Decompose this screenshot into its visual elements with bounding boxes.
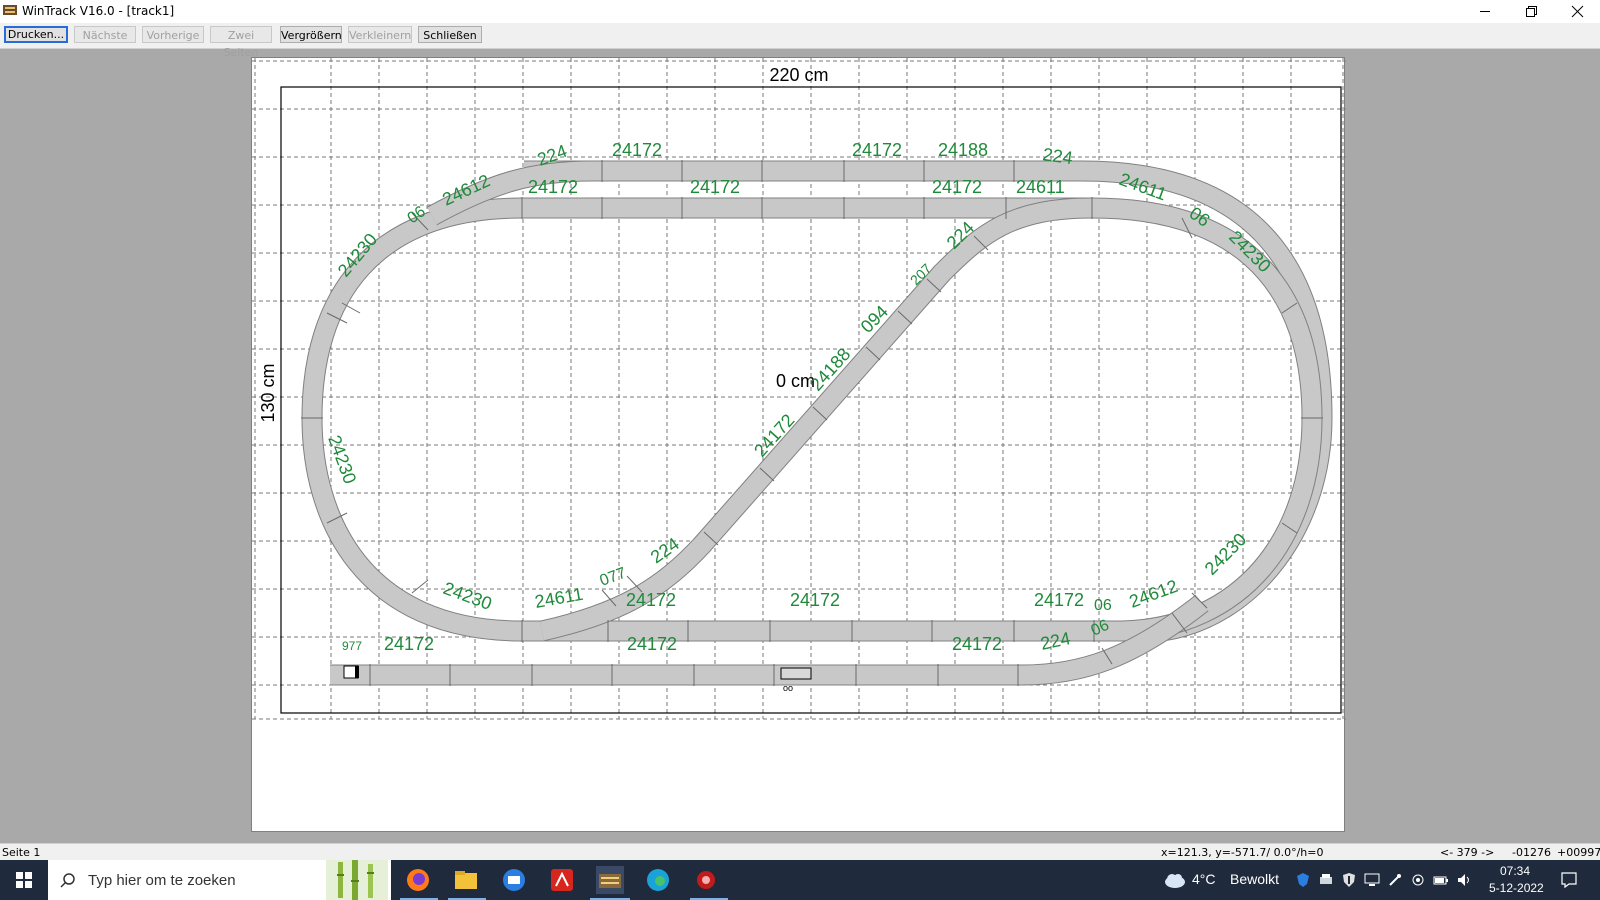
track-label: 24172 <box>790 590 840 610</box>
search-icon <box>60 873 75 888</box>
mail-icon[interactable] <box>500 866 528 894</box>
bamboo-highlight-icon <box>326 860 388 900</box>
monitor-icon[interactable] <box>1364 872 1380 888</box>
close-icon[interactable] <box>1554 0 1600 23</box>
status-nav: <- 379 -> <box>1440 846 1495 859</box>
camera-icon[interactable] <box>1410 872 1426 888</box>
track-label: 24611 <box>1016 177 1065 197</box>
window-title: WinTrack V16.0 - [track1] <box>22 4 175 18</box>
track-label: 24172 <box>852 140 902 160</box>
restore-icon[interactable] <box>1508 0 1554 23</box>
track-label: 24172 <box>932 177 982 197</box>
track-label: 24230 <box>324 433 360 487</box>
red-app-icon[interactable] <box>692 866 720 894</box>
track-label: 24611 <box>533 584 584 612</box>
track-label: 24172 <box>952 634 1002 654</box>
track-label: 224 <box>1041 144 1074 168</box>
close-preview-button[interactable]: Schließen <box>418 26 482 43</box>
status-value-1: -01276 <box>1512 846 1551 859</box>
search-box[interactable]: Typ hier om te zoeken <box>48 860 391 900</box>
uncoupler <box>780 667 812 680</box>
edge-icon[interactable] <box>644 866 672 894</box>
two-pages-button[interactable]: Zwei Seiten <box>210 26 272 59</box>
track-plan: oo 220 cm 130 cm 0 cm 224 24172 24172 24… <box>252 58 1346 720</box>
track-label: 24172 <box>528 177 578 197</box>
track-label: 24172 <box>690 177 740 197</box>
svg-text:oo: oo <box>783 683 793 693</box>
acrobat-icon[interactable] <box>548 866 576 894</box>
track-layout: oo <box>301 160 1333 693</box>
track-label: 24172 <box>626 590 676 610</box>
track-label: 24230 <box>441 578 495 614</box>
file-explorer-icon[interactable] <box>452 866 480 894</box>
track-label: 24172 <box>384 634 434 654</box>
track-label: 977 <box>342 639 362 653</box>
defender-icon[interactable] <box>1341 872 1357 888</box>
track-label: 24172 <box>612 140 662 160</box>
print-button[interactable]: Drucken... <box>4 26 68 43</box>
cloud-icon[interactable] <box>1163 871 1187 889</box>
track-label: 06 <box>1094 597 1112 614</box>
print-preview-page: oo 220 cm 130 cm 0 cm 224 24172 24172 24… <box>251 57 1346 832</box>
wintrack-icon[interactable] <box>596 866 624 894</box>
width-dimension: 220 cm <box>769 65 828 85</box>
status-page: Seite 1 <box>2 846 41 859</box>
battery-icon[interactable] <box>1433 872 1449 888</box>
track-label: 24188 <box>938 140 988 160</box>
status-bar: Seite 1 x=121.3, y=-571.7/ 0.0°/h=0 <- 3… <box>0 843 1600 861</box>
next-page-button[interactable]: Nächste <box>74 26 136 43</box>
weather-description[interactable]: Bewolkt <box>1230 871 1279 887</box>
previous-page-button[interactable]: Vorherige <box>142 26 204 43</box>
notifications-icon[interactable] <box>1560 871 1578 889</box>
volume-icon[interactable] <box>1456 872 1472 888</box>
taskbar: Typ hier om te zoeken 4°C Bewolkt 07:34 … <box>0 860 1600 900</box>
track-label: 077 <box>598 565 629 590</box>
printer-icon[interactable] <box>1318 872 1334 888</box>
wintrack-app-icon <box>3 5 17 15</box>
zoom-out-button[interactable]: Verkleinern <box>348 26 412 43</box>
minimize-icon[interactable] <box>1462 0 1508 23</box>
zoom-in-button[interactable]: Vergrößern <box>280 26 342 43</box>
height-dimension: 130 cm <box>258 363 278 422</box>
track-label: 24172 <box>627 634 677 654</box>
network-shield-icon[interactable] <box>1295 872 1311 888</box>
track-label: 24612 <box>1127 576 1181 612</box>
status-value-2: +00997 <box>1557 846 1600 859</box>
title-bar: WinTrack V16.0 - [track1] <box>0 0 1600 23</box>
search-placeholder: Typ hier om te zoeken <box>88 872 236 889</box>
weather-temperature[interactable]: 4°C <box>1192 871 1216 887</box>
clock-time[interactable]: 07:34 <box>1500 864 1530 878</box>
status-coordinates: x=121.3, y=-571.7/ 0.0°/h=0 <box>1161 846 1324 859</box>
track-label: 24172 <box>1034 590 1084 610</box>
usb-icon[interactable] <box>1387 872 1403 888</box>
windows-start-icon[interactable] <box>0 860 48 900</box>
toolbar: Drucken... Nächste Vorherige Zwei Seiten… <box>0 23 1600 59</box>
diagonal-track <box>539 197 1093 642</box>
clock-date[interactable]: 5-12-2022 <box>1489 881 1544 895</box>
firefox-icon[interactable] <box>404 866 432 894</box>
